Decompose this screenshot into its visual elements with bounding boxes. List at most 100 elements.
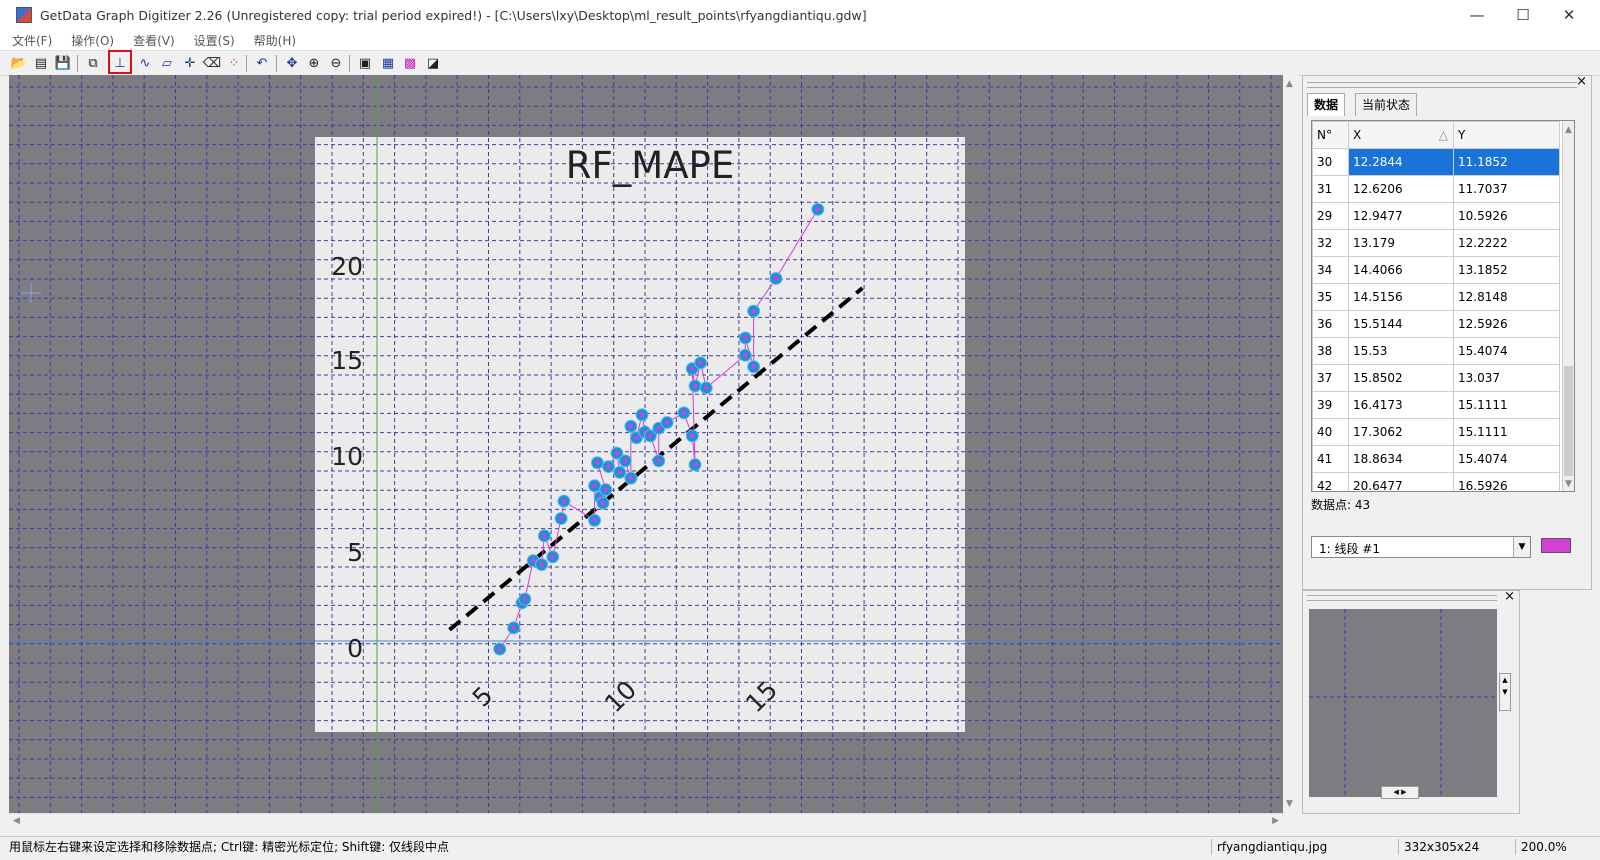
table-cell-x[interactable]: 15.5144: [1348, 310, 1454, 338]
table-cell-y[interactable]: 12.8148: [1453, 283, 1560, 311]
digitized-point[interactable]: [623, 458, 628, 464]
table-cell-x[interactable]: 14.5156: [1348, 283, 1454, 311]
table-scroll-thumb[interactable]: [1564, 366, 1573, 476]
preview-zoom-stepper[interactable]: ▲ ▼: [1499, 673, 1511, 711]
close-button[interactable]: ✕: [1546, 0, 1592, 30]
table-cell-y[interactable]: 15.1111: [1453, 391, 1560, 419]
digitized-point[interactable]: [648, 433, 653, 439]
column-header-x[interactable]: X △: [1348, 121, 1454, 149]
digitized-point[interactable]: [592, 483, 597, 488]
table-cell-n[interactable]: 30: [1312, 148, 1349, 176]
table-cell-y[interactable]: 16.5926: [1453, 472, 1560, 491]
table-row[interactable]: 35 14.5156 12.8148: [1312, 283, 1560, 311]
table-cell-x[interactable]: 16.4173: [1348, 391, 1454, 419]
table-cell-n[interactable]: 36: [1312, 310, 1349, 338]
table-cell-y[interactable]: 12.5926: [1453, 310, 1560, 338]
scroll-right-icon[interactable]: ▶: [1272, 816, 1279, 826]
digitized-point[interactable]: [561, 498, 567, 504]
column-header-n[interactable]: N°: [1312, 121, 1349, 149]
table-cell-n[interactable]: 42: [1312, 472, 1349, 491]
menu-settings[interactable]: 设置(S): [187, 32, 242, 49]
digitized-point[interactable]: [692, 383, 698, 389]
digitized-point[interactable]: [634, 435, 639, 440]
table-cell-x[interactable]: 12.2844: [1348, 148, 1454, 176]
digitized-point[interactable]: [600, 500, 606, 506]
table-cell-x[interactable]: 18.8634: [1348, 445, 1454, 473]
color-icon[interactable]: ▩: [400, 54, 420, 73]
table-row[interactable]: 40 17.3062 15.1111: [1312, 418, 1560, 446]
digitized-point[interactable]: [743, 353, 748, 358]
table-row[interactable]: 30 12.2844 11.1852: [1312, 148, 1560, 176]
digitized-point[interactable]: [539, 562, 544, 567]
line-capture-icon[interactable]: ∿: [135, 54, 155, 73]
digitized-point[interactable]: [773, 276, 779, 281]
digitized-point[interactable]: [751, 364, 756, 369]
tab-status[interactable]: 当前状态: [1355, 93, 1418, 116]
table-cell-x[interactable]: 15.53: [1348, 337, 1454, 365]
scroll-left-icon[interactable]: ◀: [13, 816, 20, 826]
tab-data[interactable]: 数据: [1307, 93, 1346, 116]
table-cell-x[interactable]: 12.9477: [1348, 202, 1454, 230]
menu-file[interactable]: 文件(F): [5, 32, 59, 49]
table-scroll-down-icon[interactable]: ▼: [1565, 479, 1572, 489]
digitized-point[interactable]: [511, 625, 516, 631]
preview-grip[interactable]: [1307, 595, 1497, 601]
digitized-point[interactable]: [531, 558, 536, 563]
table-row[interactable]: 41 18.8634 15.4074: [1312, 445, 1560, 473]
digitized-point[interactable]: [592, 518, 597, 523]
image-icon[interactable]: ▣: [355, 54, 375, 73]
table-cell-x[interactable]: 15.8502: [1348, 364, 1454, 392]
minimize-button[interactable]: —: [1454, 0, 1500, 30]
move-icon[interactable]: ✥: [282, 54, 302, 73]
digitized-point[interactable]: [617, 470, 622, 475]
table-row[interactable]: 42 20.6477 16.5926: [1312, 472, 1560, 491]
auto-points-icon[interactable]: ⁘: [224, 54, 244, 73]
data-table[interactable]: N° X △ Y 30 12.2844 11.1852 31 12.6206 11.7037…: [1311, 120, 1575, 492]
digitized-point[interactable]: [558, 516, 564, 521]
menu-operation[interactable]: 操作(O): [64, 32, 121, 49]
chevron-down-icon[interactable]: ▼: [1513, 537, 1530, 557]
preview-close-button[interactable]: ×: [1504, 589, 1515, 604]
digitized-point[interactable]: [628, 424, 634, 429]
horizontal-scrollbar[interactable]: ◀ ▶: [9, 813, 1283, 829]
table-cell-n[interactable]: 32: [1312, 229, 1349, 257]
table-row[interactable]: 34 14.4066 13.1852: [1312, 256, 1560, 284]
table-cell-y[interactable]: 15.4074: [1453, 337, 1560, 365]
table-cell-n[interactable]: 39: [1312, 391, 1349, 419]
table-row[interactable]: 29 12.9477 10.5926: [1312, 202, 1560, 230]
table-cell-n[interactable]: 37: [1312, 364, 1349, 392]
table-cell-y[interactable]: 15.4074: [1453, 445, 1560, 473]
digitized-point[interactable]: [664, 420, 670, 425]
maximize-button[interactable]: ☐: [1500, 0, 1546, 30]
digitized-point[interactable]: [550, 554, 555, 560]
panel-close-button[interactable]: ×: [1576, 74, 1587, 89]
digitized-point[interactable]: [698, 360, 703, 366]
table-cell-x[interactable]: 17.3062: [1348, 418, 1454, 446]
table-cell-x[interactable]: 14.4066: [1348, 256, 1454, 284]
vertical-scrollbar[interactable]: ▲ ▼: [1283, 75, 1298, 813]
scan-icon[interactable]: ▤: [31, 54, 51, 73]
menu-view[interactable]: 查看(V): [126, 32, 182, 49]
table-cell-y[interactable]: 15.1111: [1453, 418, 1560, 446]
table-cell-n[interactable]: 31: [1312, 175, 1349, 203]
digitized-point[interactable]: [542, 533, 547, 538]
digitized-point[interactable]: [595, 460, 600, 465]
digitized-point[interactable]: [639, 412, 645, 417]
table-cell-n[interactable]: 41: [1312, 445, 1349, 473]
digitized-point[interactable]: [704, 385, 709, 391]
eraser-icon[interactable]: ⌫: [202, 54, 222, 73]
table-cell-x[interactable]: 13.179: [1348, 229, 1454, 257]
digitized-point[interactable]: [614, 450, 620, 456]
digitized-point[interactable]: [692, 462, 698, 467]
table-cell-n[interactable]: 38: [1312, 337, 1349, 365]
digitizer-canvas[interactable]: RF_MAPE 20 15 10 5 0 5 10 15: [9, 75, 1283, 813]
table-row[interactable]: 37 15.8502 13.037: [1312, 364, 1560, 392]
area-capture-icon[interactable]: ▱: [157, 54, 177, 73]
zoom-in-icon[interactable]: ⊕: [304, 54, 324, 73]
digitized-point[interactable]: [656, 458, 661, 464]
digitized-point[interactable]: [690, 433, 695, 439]
digitized-point[interactable]: [606, 464, 611, 469]
save-icon[interactable]: 💾: [53, 54, 73, 73]
table-cell-n[interactable]: 40: [1312, 418, 1349, 446]
copy-icon[interactable]: ⧉: [83, 54, 103, 73]
